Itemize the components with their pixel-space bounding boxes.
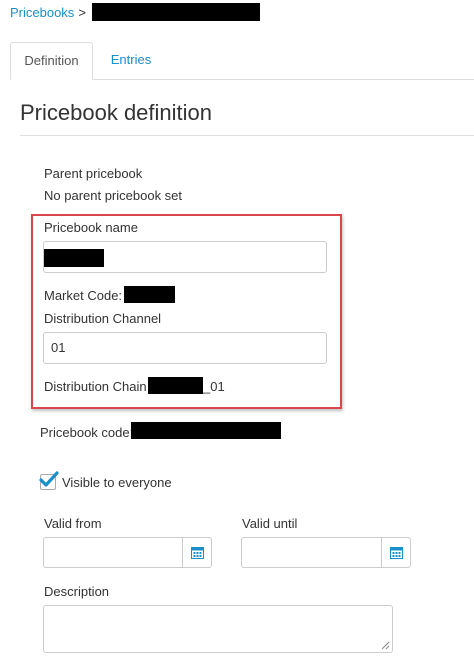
pricebook-name-label: Pricebook name (44, 220, 138, 235)
distribution-chain-label: Distribution Chain (44, 379, 147, 394)
checkmark-icon (39, 471, 59, 487)
redacted-breadcrumb-current (91, 3, 260, 21)
pricebook-name-input[interactable] (43, 241, 327, 273)
market-code-label: Market Code: (44, 288, 123, 303)
breadcrumb: Pricebooks > (10, 3, 260, 21)
visible-to-everyone-label: Visible to everyone (62, 475, 172, 490)
redacted-market-code (124, 286, 175, 303)
distribution-channel-value: 01 (51, 340, 66, 355)
valid-until-calendar-button[interactable] (381, 538, 410, 567)
parent-pricebook-value: No parent pricebook set (44, 188, 183, 203)
breadcrumb-link-pricebooks[interactable]: Pricebooks (10, 5, 74, 20)
description-label: Description (44, 584, 110, 599)
title-divider (20, 135, 474, 136)
resize-handle-icon[interactable] (381, 641, 390, 650)
distribution-channel-input[interactable]: 01 (43, 332, 327, 364)
valid-from-label: Valid from (44, 516, 102, 531)
valid-from-calendar-button[interactable] (182, 538, 211, 567)
tab-definition[interactable]: Definition (10, 42, 93, 80)
redacted-pricebook-name (44, 249, 104, 267)
valid-from-input[interactable] (43, 537, 212, 568)
valid-until-input[interactable] (241, 537, 411, 568)
redacted-pricebook-code (131, 422, 281, 439)
pricebook-code-label: Pricebook code: (40, 425, 134, 440)
parent-pricebook-label: Parent pricebook (44, 166, 143, 181)
breadcrumb-separator: > (78, 4, 86, 20)
description-textarea[interactable] (43, 605, 393, 653)
page-title: Pricebook definition (20, 100, 213, 125)
tab-entries[interactable]: Entries (94, 42, 168, 79)
distribution-chain-suffix: _01 (203, 379, 225, 394)
valid-until-label: Valid until (242, 516, 298, 531)
redacted-distribution-chain (148, 377, 203, 394)
calendar-icon (389, 547, 403, 559)
calendar-icon (190, 547, 204, 559)
distribution-channel-label: Distribution Channel (44, 311, 162, 326)
